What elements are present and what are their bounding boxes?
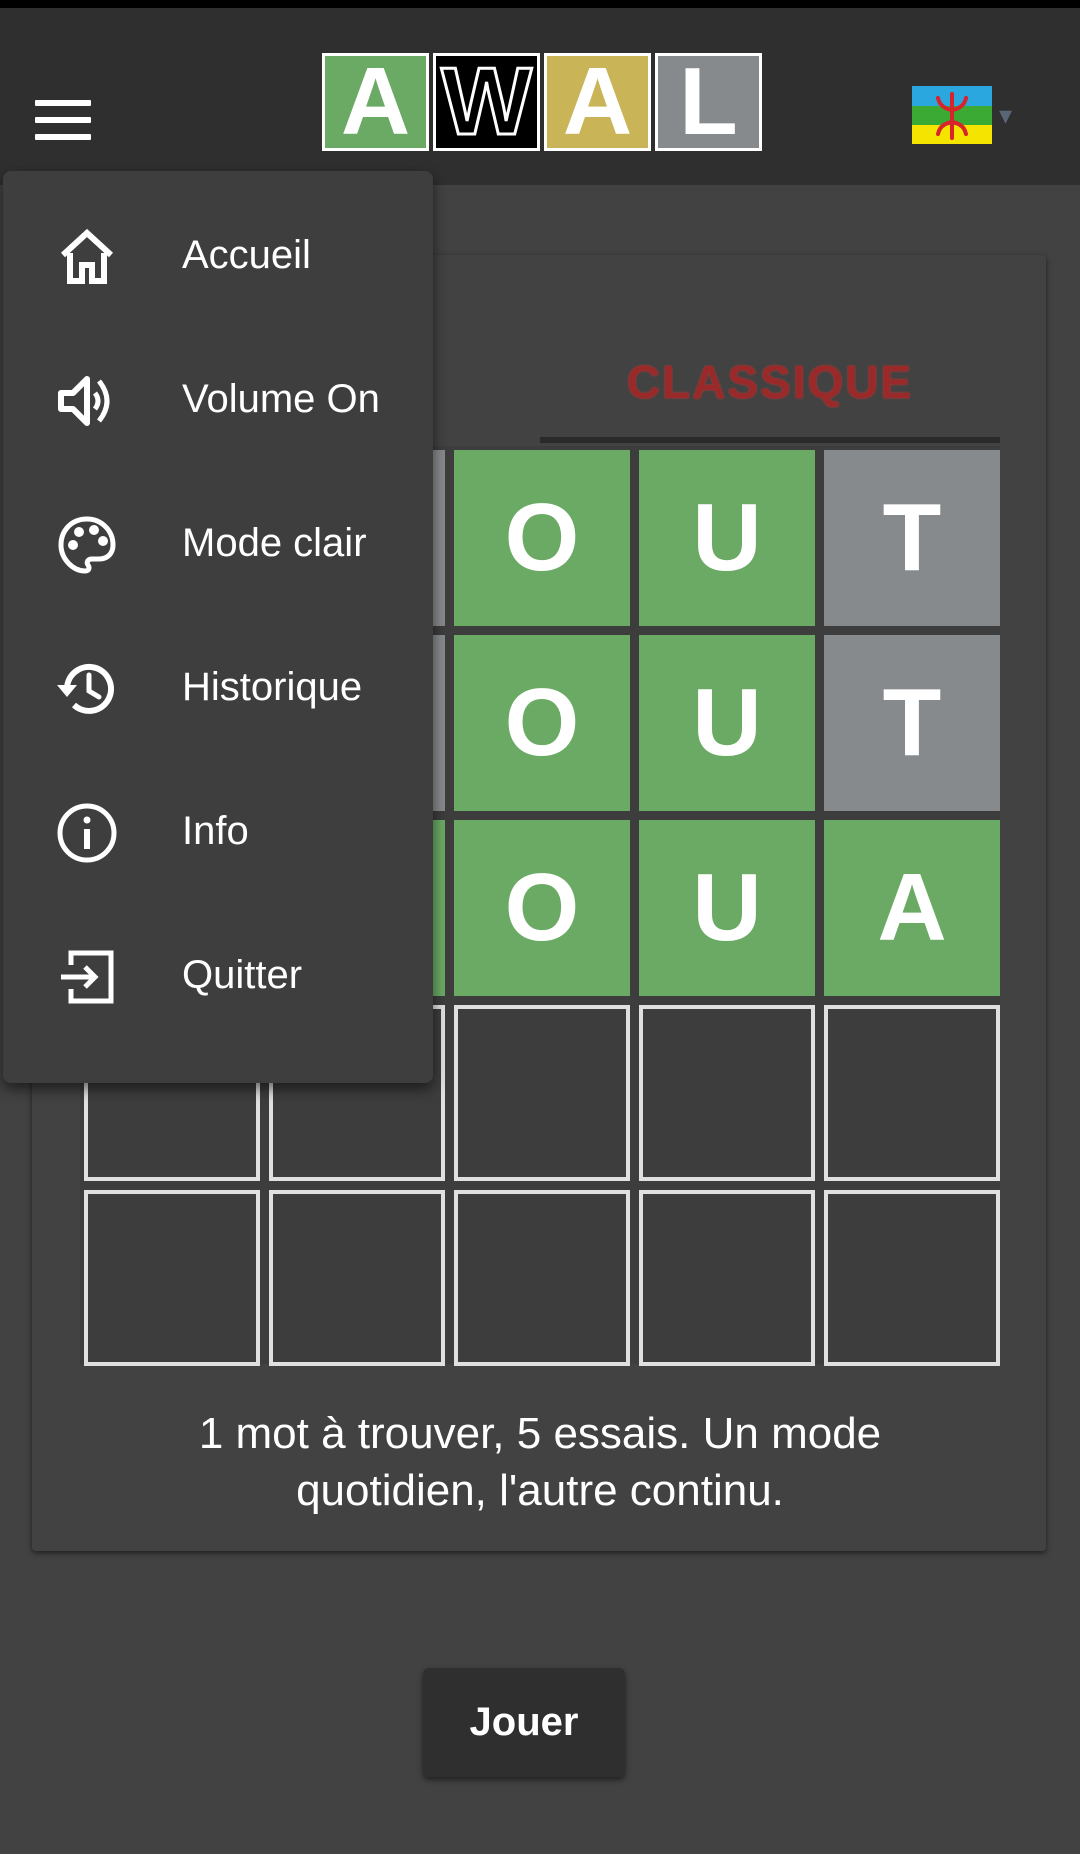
logo-tile-2: W — [433, 52, 540, 151]
grid-cell — [454, 1190, 630, 1366]
logo-tile-4: L — [655, 53, 762, 151]
menu-item-volume[interactable]: Volume On — [3, 339, 433, 459]
amazigh-flag-icon — [912, 86, 992, 144]
grid-cell — [824, 1005, 1000, 1181]
menu-label-info: Info — [182, 809, 249, 853]
menu-bar-line — [35, 100, 91, 106]
hamburger-menu-icon[interactable] — [35, 100, 91, 140]
home-icon — [60, 228, 114, 284]
tab-classique[interactable]: CLASSIQUE — [540, 327, 1000, 437]
menu-bar-line — [35, 134, 91, 140]
grid-cell: T — [824, 450, 1000, 626]
grid-cell: O — [454, 635, 630, 811]
grid-cell: U — [639, 635, 815, 811]
chevron-down-icon: ▾ — [999, 100, 1013, 130]
game-description: 1 mot à trouver, 5 essais. Un mode quoti… — [80, 1405, 1000, 1519]
menu-item-info[interactable]: Info — [3, 771, 433, 891]
description-line-2: quotidien, l'autre continu. — [296, 1466, 784, 1515]
menu-label-historique: Historique — [182, 665, 363, 709]
app-screen: A W A L ▾ N CLASSIQUE OUTOUTOUA — [0, 0, 1080, 1854]
grid-cell: A — [824, 820, 1000, 996]
volume-icon — [58, 376, 110, 426]
status-bar — [0, 0, 1080, 8]
grid-cell — [639, 1005, 815, 1181]
tab-indicator — [540, 437, 1000, 443]
grid-cell: O — [454, 450, 630, 626]
play-button[interactable]: Jouer — [423, 1668, 625, 1777]
logo-tile-1: A — [322, 53, 429, 151]
grid-cell — [84, 1190, 260, 1366]
description-line-1: 1 mot à trouver, 5 essais. Un mode — [198, 1409, 882, 1458]
menu-bar-line — [35, 117, 91, 123]
menu-label-theme: Mode clair — [182, 521, 367, 565]
grid-cell — [639, 1190, 815, 1366]
grid-cell — [269, 1190, 445, 1366]
logo-tile-3: A — [544, 53, 651, 151]
history-icon — [57, 663, 114, 714]
menu-item-theme[interactable]: Mode clair — [3, 483, 433, 603]
awal-logo: A W A L — [322, 52, 762, 151]
top-app-bar: A W A L ▾ — [0, 8, 1080, 185]
palette-icon — [58, 516, 116, 574]
menu-item-accueil[interactable]: Accueil — [3, 195, 433, 315]
grid-cell — [824, 1190, 1000, 1366]
grid-cell: T — [824, 635, 1000, 811]
side-menu: Accueil Volume On Mode clair Historique … — [3, 171, 433, 1083]
menu-item-historique[interactable]: Historique — [3, 627, 433, 747]
grid-cell: U — [639, 450, 815, 626]
menu-label-volume: Volume On — [182, 377, 380, 421]
grid-cell — [454, 1005, 630, 1181]
grid-cell: U — [639, 820, 815, 996]
menu-item-quitter[interactable]: Quitter — [3, 915, 433, 1035]
menu-label-quitter: Quitter — [182, 953, 303, 997]
grid-cell: O — [454, 820, 630, 996]
info-icon — [57, 803, 117, 863]
exit-icon — [61, 950, 114, 1004]
menu-label-accueil: Accueil — [182, 233, 311, 277]
language-selector[interactable]: ▾ — [912, 86, 1012, 144]
